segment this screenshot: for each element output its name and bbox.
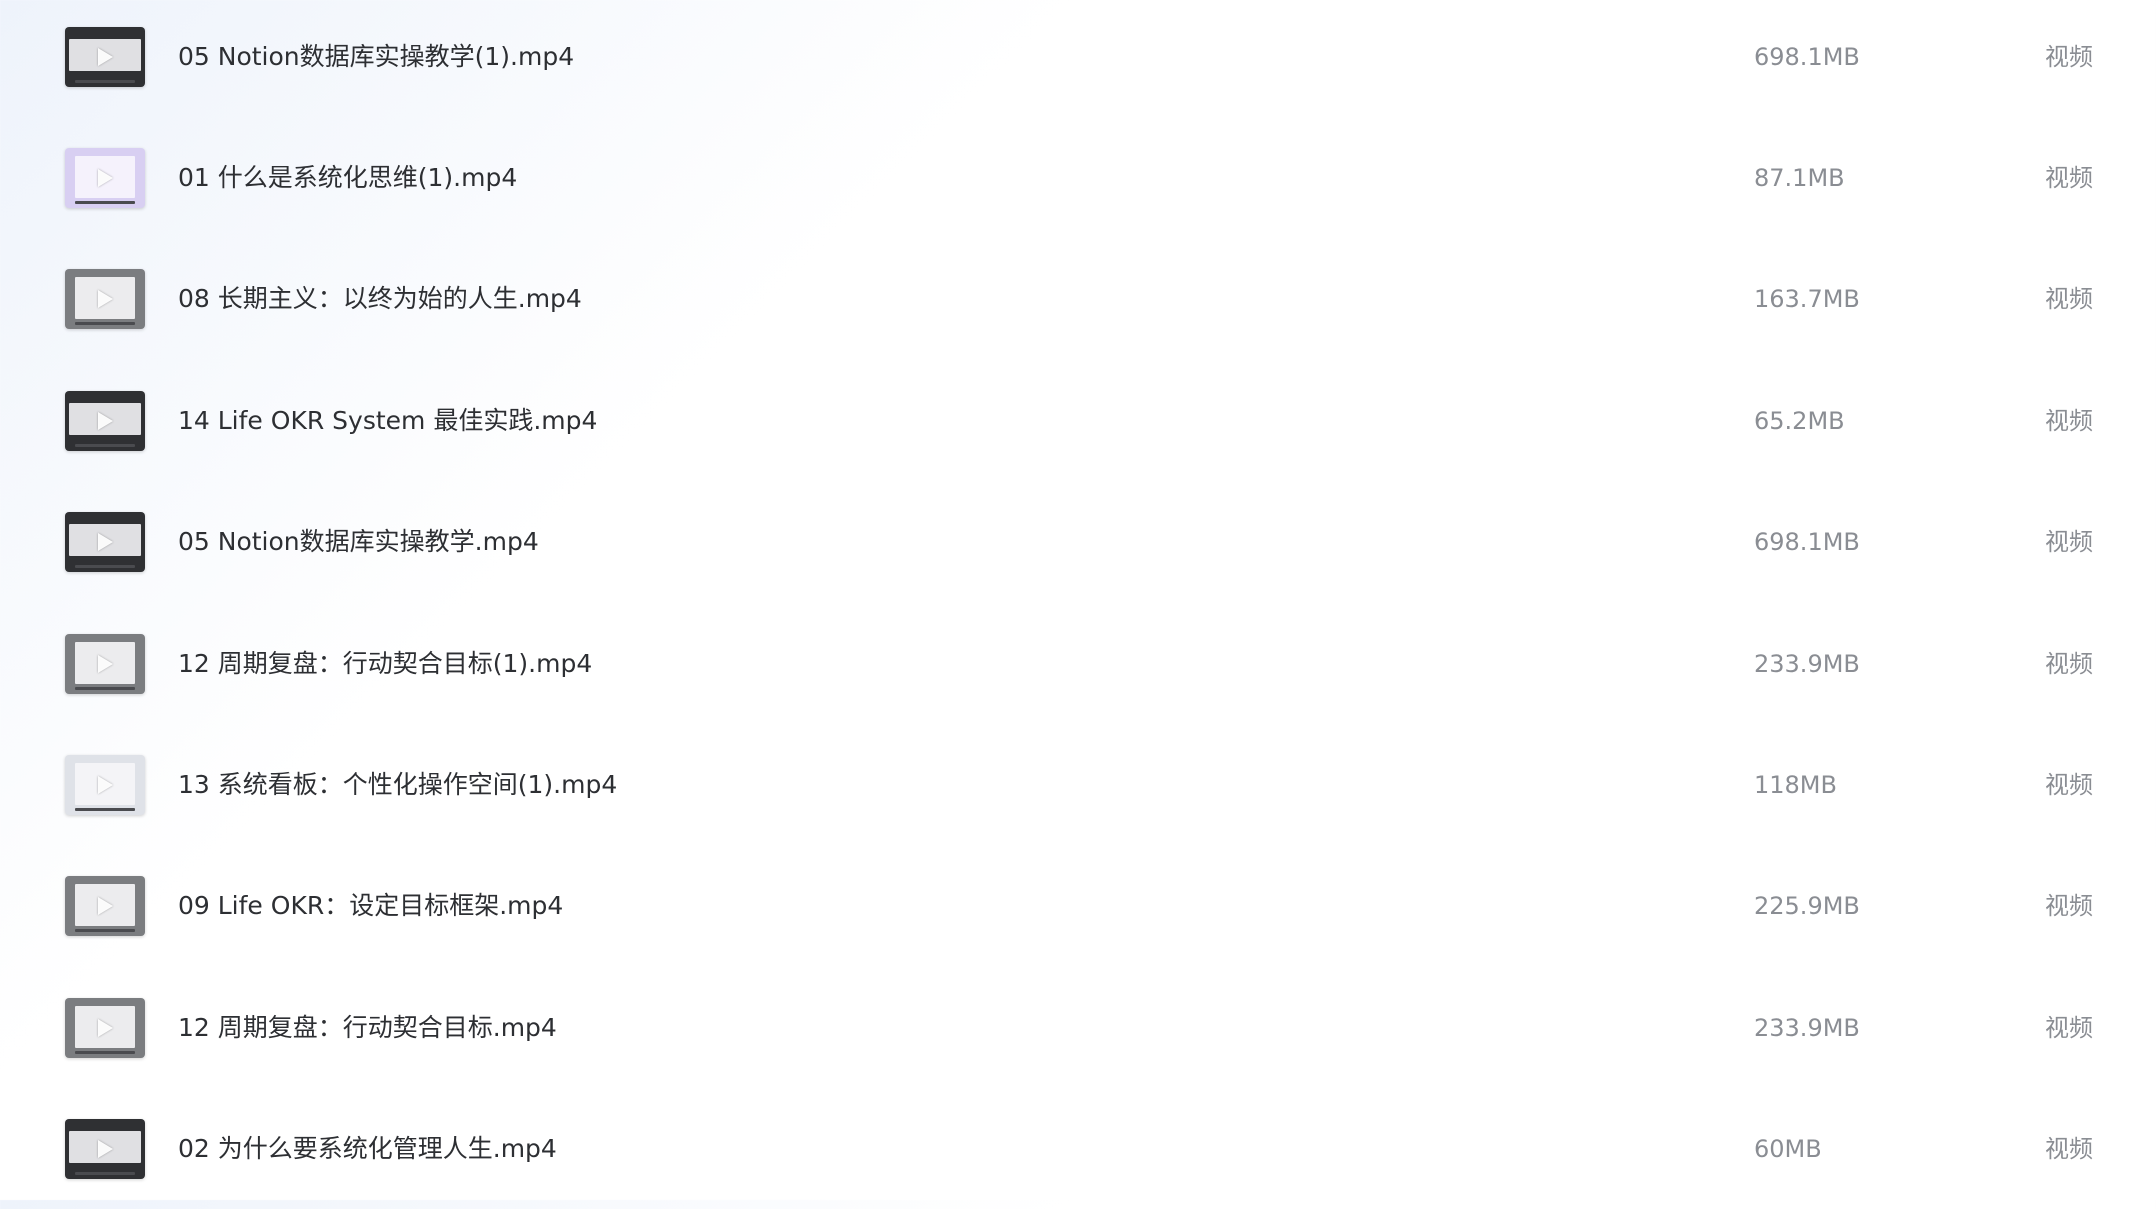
file-name[interactable]: 01 什么是系统化思维(1).mp4 [178, 163, 517, 193]
thumbnail-caption-bar [75, 564, 135, 568]
file-name[interactable]: 02 为什么要系统化管理人生.mp4 [178, 1134, 557, 1164]
file-name[interactable]: 09 Life OKR：设定目标框架.mp4 [178, 891, 563, 921]
file-type: 视频 [2045, 649, 2093, 678]
file-type: 视频 [2045, 1134, 2093, 1163]
file-size: 233.9MB [1754, 1013, 1860, 1042]
thumbnail-caption-bar [75, 807, 135, 811]
file-size: 65.2MB [1754, 406, 1845, 435]
file-size: 225.9MB [1754, 891, 1860, 920]
file-row[interactable]: 09 Life OKR：设定目标框架.mp4 225.9MB 视频 [0, 845, 2156, 966]
thumbnail-caption-bar [75, 79, 135, 83]
video-thumbnail[interactable] [65, 875, 145, 936]
file-size: 60MB [1754, 1134, 1822, 1163]
play-icon [97, 289, 113, 308]
file-name[interactable]: 13 系统看板：个性化操作空间(1).mp4 [178, 770, 617, 800]
play-icon [97, 1018, 113, 1037]
file-type: 视频 [2045, 406, 2093, 435]
file-type: 视频 [2045, 284, 2093, 313]
file-size: 163.7MB [1754, 284, 1860, 313]
thumbnail-caption-bar [75, 1050, 135, 1054]
video-thumbnail[interactable] [65, 390, 145, 451]
file-list: 05 Notion数据库实操教学(1).mp4 698.1MB 视频 01 什么… [0, 0, 2156, 1200]
video-thumbnail[interactable] [65, 26, 145, 87]
video-thumbnail[interactable] [65, 997, 145, 1058]
video-thumbnail[interactable] [65, 147, 145, 208]
file-row[interactable]: 05 Notion数据库实操教学(1).mp4 698.1MB 视频 [0, 0, 2156, 117]
file-name[interactable]: 12 周期复盘：行动契合目标(1).mp4 [178, 649, 592, 679]
file-name[interactable]: 14 Life OKR System 最佳实践.mp4 [178, 406, 597, 436]
file-row[interactable]: 12 周期复盘：行动契合目标.mp4 233.9MB 视频 [0, 967, 2156, 1088]
file-type: 视频 [2045, 42, 2093, 71]
play-icon [97, 896, 113, 915]
file-row[interactable]: 05 Notion数据库实操教学.mp4 698.1MB 视频 [0, 481, 2156, 602]
file-name[interactable]: 05 Notion数据库实操教学.mp4 [178, 527, 539, 557]
file-row[interactable]: 02 为什么要系统化管理人生.mp4 60MB 视频 [0, 1088, 2156, 1209]
play-icon [97, 168, 113, 187]
file-name[interactable]: 12 周期复盘：行动契合目标.mp4 [178, 1013, 557, 1043]
play-icon [97, 411, 113, 430]
video-thumbnail[interactable] [65, 1118, 145, 1179]
file-size: 87.1MB [1754, 163, 1845, 192]
play-icon [97, 775, 113, 794]
play-icon [97, 532, 113, 551]
play-icon [97, 654, 113, 673]
play-icon [97, 1139, 113, 1158]
file-row[interactable]: 12 周期复盘：行动契合目标(1).mp4 233.9MB 视频 [0, 603, 2156, 724]
file-type: 视频 [2045, 1013, 2093, 1042]
file-size: 118MB [1754, 770, 1837, 799]
file-size: 233.9MB [1754, 649, 1860, 678]
file-row[interactable]: 14 Life OKR System 最佳实践.mp4 65.2MB 视频 [0, 360, 2156, 481]
file-name[interactable]: 08 长期主义：以终为始的人生.mp4 [178, 284, 582, 314]
thumbnail-caption-bar [75, 928, 135, 932]
file-type: 视频 [2045, 527, 2093, 556]
video-thumbnail[interactable] [65, 511, 145, 572]
play-icon [97, 47, 113, 66]
thumbnail-caption-bar [75, 443, 135, 447]
thumbnail-caption-bar [75, 321, 135, 325]
file-name[interactable]: 05 Notion数据库实操教学(1).mp4 [178, 42, 574, 72]
file-row[interactable]: 08 长期主义：以终为始的人生.mp4 163.7MB 视频 [0, 238, 2156, 359]
video-thumbnail[interactable] [65, 633, 145, 694]
video-thumbnail[interactable] [65, 268, 145, 329]
thumbnail-caption-bar [75, 200, 135, 204]
file-size: 698.1MB [1754, 42, 1860, 71]
video-thumbnail[interactable] [65, 754, 145, 815]
thumbnail-caption-bar [75, 686, 135, 690]
file-size: 698.1MB [1754, 527, 1860, 556]
file-type: 视频 [2045, 163, 2093, 192]
thumbnail-caption-bar [75, 1171, 135, 1175]
file-row[interactable]: 13 系统看板：个性化操作空间(1).mp4 118MB 视频 [0, 724, 2156, 845]
file-type: 视频 [2045, 891, 2093, 920]
file-type: 视频 [2045, 770, 2093, 799]
file-row[interactable]: 01 什么是系统化思维(1).mp4 87.1MB 视频 [0, 117, 2156, 238]
